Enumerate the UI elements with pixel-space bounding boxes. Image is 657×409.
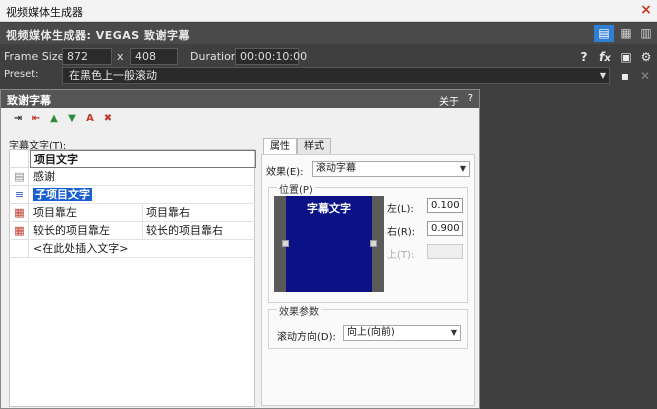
frame-height-input[interactable]: 408 [130, 48, 178, 65]
save-icon[interactable]: ▪ [617, 68, 633, 84]
params-group: 效果参数 滚动方向(D): 向上(向前) ▼ [268, 303, 468, 349]
row-type-icon: ▦ [11, 204, 29, 222]
top-label: 上(T): [387, 250, 415, 261]
position-preview[interactable]: 字幕文字 [274, 196, 384, 292]
row-type-icon [11, 150, 29, 168]
help-icon[interactable]: ? [576, 49, 592, 65]
plugin-title: 视频媒体生成器: VEGAS 致谢字幕 [6, 29, 191, 42]
chevron-down-icon: ▼ [599, 71, 606, 80]
duration-label: Duration: [190, 50, 242, 63]
move-down-icon[interactable]: ▼ [65, 112, 79, 126]
frame-x-label: x [117, 50, 124, 63]
credits-list: 项目文字 ▤ 感谢 ≡ 子项目文字 ▦ 项目靠左 项目靠右 ▦ 较长的项目靠左 … [9, 149, 256, 407]
insert-after-icon[interactable]: ⇤ [29, 112, 43, 126]
row-type-icon: ▤ [11, 168, 29, 186]
row-type-icon: ≡ [11, 186, 29, 204]
list-item-right[interactable]: 较长的项目靠右 [143, 222, 256, 240]
frame-width-input[interactable]: 872 [62, 48, 112, 65]
effect-value: 滚动字幕 [316, 163, 356, 174]
list-item-selected[interactable]: 子项目文字 [30, 186, 256, 204]
preset-label: Preset: [4, 69, 39, 80]
top-input[interactable] [427, 244, 463, 259]
credits-dialog: 致谢字幕 关于 ? ⇥ ⇤ ▲ ▼ A ✖ 字幕文字(T): 项目文字 ▤ 感谢… [0, 89, 480, 409]
list-item[interactable]: 感谢 [30, 168, 256, 186]
dialog-titlebar: 致谢字幕 关于 ? [1, 90, 479, 108]
plugin-header: 视频媒体生成器: VEGAS 致谢字幕 ▤ ▦ ▥ [0, 23, 657, 44]
dialog-title: 致谢字幕 [7, 94, 51, 107]
insert-before-icon[interactable]: ⇥ [11, 112, 25, 126]
gear-icon[interactable]: ⚙ [638, 49, 654, 65]
row-type-icon: ▦ [11, 222, 29, 240]
fx-icon[interactable]: fx [597, 49, 613, 65]
tab-style[interactable]: 样式 [297, 138, 331, 155]
scroll-direction-label: 滚动方向(D): [277, 332, 336, 343]
selected-text: 子项目文字 [33, 188, 92, 201]
list-item-left[interactable]: 项目靠左 [30, 204, 143, 222]
preview-caption: 字幕文字 [307, 202, 351, 215]
list-item[interactable]: 项目文字 [30, 150, 256, 168]
list-item-insert[interactable]: <在此处插入文字> [30, 240, 256, 258]
effect-label: 效果(E): [266, 167, 304, 178]
preset-value: 在黑色上一般滚动 [69, 69, 157, 82]
list-item-left[interactable]: 较长的项目靠左 [30, 222, 143, 240]
window-title: 视频媒体生成器 [6, 6, 83, 19]
view-detail-icon[interactable]: ▥ [636, 25, 656, 42]
window-icon[interactable]: ▣ [618, 49, 634, 65]
right-input[interactable]: 0.900 [427, 221, 463, 236]
right-label: 右(R): [387, 227, 416, 238]
duration-input[interactable]: 00:00:10:00 [235, 48, 307, 65]
chevron-down-icon: ▼ [459, 164, 466, 173]
right-handle[interactable] [370, 240, 377, 247]
help-button[interactable]: ? [468, 93, 473, 104]
chevron-down-icon: ▼ [450, 328, 457, 337]
scroll-direction-select[interactable]: 向上(向前) ▼ [343, 325, 461, 341]
list-item-right[interactable]: 项目靠右 [143, 204, 256, 222]
position-label: 位置(P) [277, 181, 315, 196]
frame-row: Frame Size: 872 x 408 Duration: 00:00:10… [0, 46, 657, 68]
left-input[interactable]: 0.100 [427, 198, 463, 213]
scroll-direction-value: 向上(向前) [347, 327, 395, 338]
effect-select[interactable]: 滚动字幕 ▼ [312, 161, 470, 177]
left-label: 左(L): [387, 204, 414, 215]
about-link[interactable]: 关于 [439, 93, 459, 108]
close-icon[interactable]: × [637, 2, 655, 19]
preset-select[interactable]: 在黑色上一般滚动 ▼ [62, 67, 610, 84]
delete-item-icon[interactable]: ✖ [101, 112, 115, 126]
view-grid-icon[interactable]: ▦ [616, 25, 636, 42]
tab-properties[interactable]: 属性 [263, 138, 297, 155]
view-list-icon[interactable]: ▤ [594, 25, 614, 42]
delete-icon[interactable]: ✕ [637, 68, 653, 84]
window-titlebar: 视频媒体生成器 × [0, 0, 657, 22]
params-label: 效果参数 [277, 303, 321, 318]
move-up-icon[interactable]: ▲ [47, 112, 61, 126]
row-type-icon [11, 240, 29, 258]
frame-size-label: Frame Size: [4, 50, 69, 63]
text-style-icon[interactable]: A [83, 112, 97, 126]
left-handle[interactable] [282, 240, 289, 247]
